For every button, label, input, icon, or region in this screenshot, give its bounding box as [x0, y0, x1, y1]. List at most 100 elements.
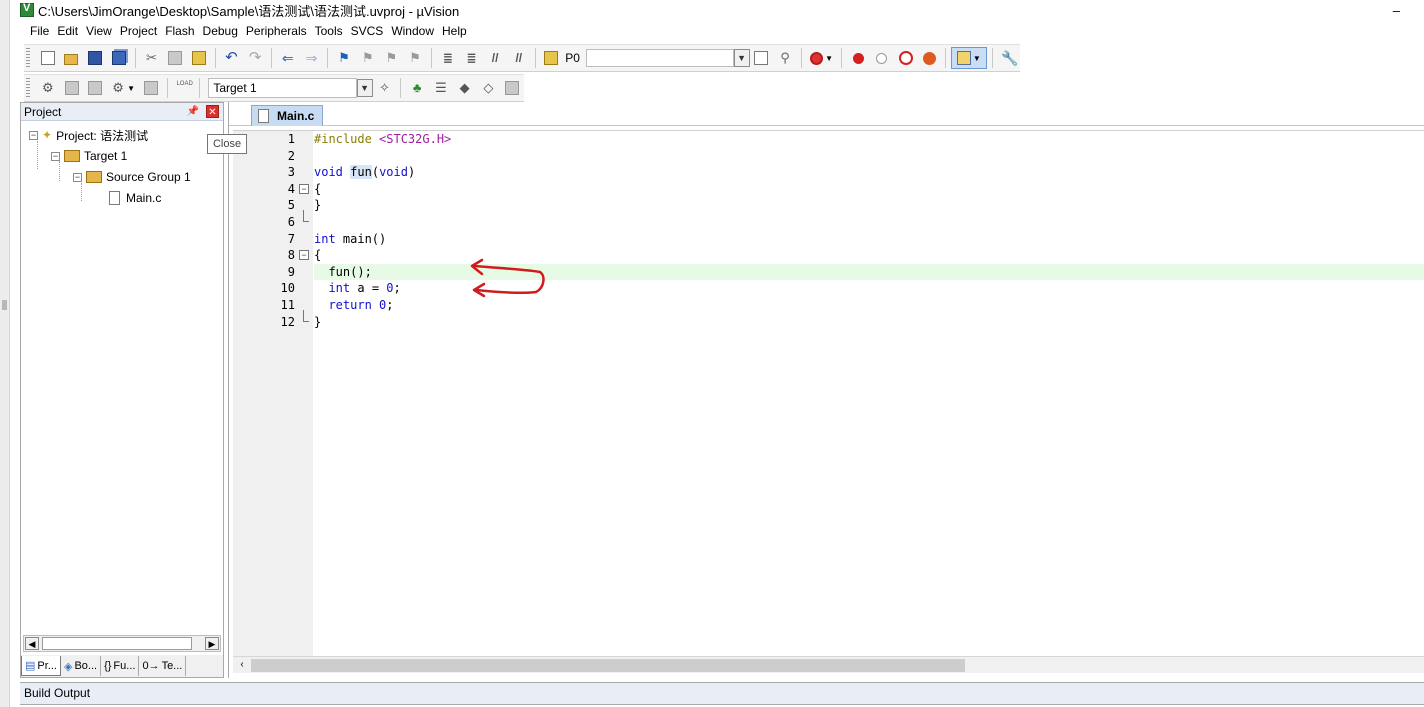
navigate-back-button[interactable]: ⇐ — [277, 47, 299, 69]
insert-bookmark-button[interactable]: ⚑ — [333, 47, 355, 69]
rebuild-button[interactable] — [84, 77, 106, 99]
editor-horizontal-scrollbar[interactable]: ‹ — [233, 656, 1424, 673]
translate-button[interactable]: ⚙ — [37, 77, 59, 99]
disable-breakpoints-button[interactable] — [895, 47, 917, 69]
pack-installer-button[interactable] — [501, 77, 523, 99]
new-file-button[interactable] — [37, 47, 59, 69]
tab-books[interactable]: ◈ Bo... — [61, 656, 102, 676]
menu-svcs[interactable]: SVCS — [351, 24, 392, 38]
code-line[interactable]: 9 — [233, 264, 313, 281]
previous-bookmark-button[interactable]: ⚑ — [357, 47, 379, 69]
cut-button[interactable]: ✂ — [141, 47, 163, 69]
current-line-highlight[interactable]: fun(); — [314, 263, 1424, 281]
window-title: C:\Users\JimOrange\Desktop\Sample\语法测试\语… — [38, 3, 460, 19]
tree-item-project[interactable]: − ✦ Project: 语法测试 — [29, 125, 148, 145]
download-button[interactable]: LOAD — [173, 77, 195, 99]
undo-button[interactable]: ↶ — [221, 47, 243, 69]
clear-bookmarks-button[interactable]: ⚑ — [404, 47, 426, 69]
find-combo-input[interactable] — [585, 49, 734, 67]
find-in-files-button[interactable] — [541, 47, 563, 69]
tree-item-target[interactable]: − Target 1 — [51, 146, 127, 166]
paste-button[interactable] — [188, 47, 210, 69]
scroll-left-button[interactable]: ◀ — [25, 637, 39, 650]
manage-runtime-button[interactable]: ◇ — [478, 77, 500, 99]
line-text: #include <STC32G.H> — [314, 131, 451, 148]
indent-button[interactable]: ≣ — [437, 47, 459, 69]
code-line[interactable]: 11 return 0; — [233, 297, 1424, 314]
stop-build-button[interactable] — [140, 77, 162, 99]
find-button[interactable] — [751, 47, 773, 69]
scrollbar-thumb[interactable] — [42, 637, 192, 650]
menu-help[interactable]: Help — [442, 24, 475, 38]
fold-toggle[interactable]: − — [299, 250, 309, 261]
menu-debug[interactable]: Debug — [203, 24, 246, 38]
save-button[interactable] — [84, 47, 106, 69]
kill-breakpoints-button[interactable] — [918, 47, 940, 69]
menu-flash[interactable]: Flash — [165, 24, 202, 38]
close-panel-button[interactable]: ✕ — [206, 105, 219, 118]
fold-toggle[interactable]: − — [299, 183, 309, 194]
find-combo-dropdown[interactable]: ▼ — [733, 49, 750, 67]
menu-project[interactable]: Project — [120, 24, 165, 38]
menu-window[interactable]: Window — [391, 24, 442, 38]
menu-tools[interactable]: Tools — [315, 24, 351, 38]
tab-main-c[interactable]: Main.c — [251, 105, 323, 126]
toolbar-grip[interactable] — [26, 48, 30, 68]
menu-edit[interactable]: Edit — [57, 24, 86, 38]
comment-button[interactable]: // — [484, 47, 506, 69]
batch-build-button[interactable]: ⚙ ▼ — [108, 77, 138, 99]
code-line[interactable]: 7 int main() — [233, 231, 1424, 248]
redo-button[interactable]: ↷ — [244, 47, 266, 69]
unindent-button[interactable]: ≣ — [461, 47, 483, 69]
pin-icon[interactable]: 📌 — [187, 106, 199, 117]
menu-file[interactable]: File — [30, 24, 57, 38]
code-line[interactable]: 6 — [233, 210, 1424, 231]
minimize-button[interactable]: – — [1393, 3, 1400, 18]
code-editor[interactable]: 1 #include <STC32G.H> 2 3 void fun(void)… — [233, 130, 1424, 656]
toolbar-grip[interactable] — [26, 78, 30, 98]
tab-project[interactable]: ▤ Pr... — [21, 656, 61, 676]
incremental-find-button[interactable]: ⚲ — [774, 47, 796, 69]
navigate-forward-button[interactable]: ⇒ — [301, 47, 323, 69]
menu-view[interactable]: View — [86, 24, 120, 38]
collapse-toggle[interactable]: − — [73, 172, 82, 182]
scroll-right-button[interactable]: ▶ — [205, 637, 219, 650]
enable-breakpoint-button[interactable] — [871, 47, 893, 69]
scrollbar-thumb[interactable] — [251, 659, 965, 672]
code-line[interactable]: 5 } — [233, 197, 1424, 214]
tab-functions[interactable]: {} Fu... — [101, 656, 140, 676]
code-line[interactable]: 4 − { — [233, 181, 1424, 198]
target-options-button[interactable]: ✧ — [374, 77, 396, 99]
code-line[interactable]: 2 — [233, 148, 1424, 165]
target-select-dropdown[interactable]: ▼ — [356, 79, 373, 97]
manage-project-items-button[interactable]: ♣ — [406, 77, 428, 99]
collapse-toggle[interactable]: − — [29, 130, 38, 140]
target-select[interactable]: Target 1 — [208, 78, 357, 98]
next-bookmark-button[interactable]: ⚑ — [381, 47, 403, 69]
project-horizontal-scrollbar[interactable]: ◀ ▶ — [23, 635, 221, 652]
find-combo-text[interactable]: P0 — [565, 51, 580, 65]
code-line[interactable]: 10 int a = 0; — [233, 280, 1424, 297]
code-line[interactable]: 3 void fun(void) — [233, 164, 1424, 181]
code-line[interactable]: 12 } — [233, 309, 1424, 331]
file-extensions-button[interactable]: ☰ — [430, 77, 452, 99]
scroll-left-button[interactable]: ‹ — [235, 658, 249, 672]
tree-item-source-group[interactable]: − Source Group 1 — [73, 167, 191, 187]
tab-templates[interactable]: 0→ Te... — [139, 656, 187, 676]
code-line[interactable]: 1 #include <STC32G.H> — [233, 131, 1424, 148]
build-button[interactable] — [61, 77, 83, 99]
debug-session-button[interactable]: ▼ — [807, 47, 837, 69]
save-all-button[interactable] — [108, 47, 130, 69]
select-packs-button[interactable]: ◆ — [454, 77, 476, 99]
window-layout-button[interactable]: ▼ — [951, 47, 987, 69]
collapse-toggle[interactable]: − — [51, 151, 60, 161]
line-number: 3 — [287, 165, 295, 180]
uncomment-button[interactable]: // — [508, 47, 530, 69]
configure-button[interactable]: 🔧 — [998, 47, 1020, 69]
menu-peripherals[interactable]: Peripherals — [246, 24, 315, 38]
copy-button[interactable] — [164, 47, 186, 69]
insert-breakpoint-button[interactable] — [847, 47, 869, 69]
tree-item-main-c[interactable]: Main.c — [109, 188, 161, 208]
open-file-button[interactable] — [61, 47, 83, 69]
code-line[interactable]: 8 − { — [233, 247, 1424, 264]
